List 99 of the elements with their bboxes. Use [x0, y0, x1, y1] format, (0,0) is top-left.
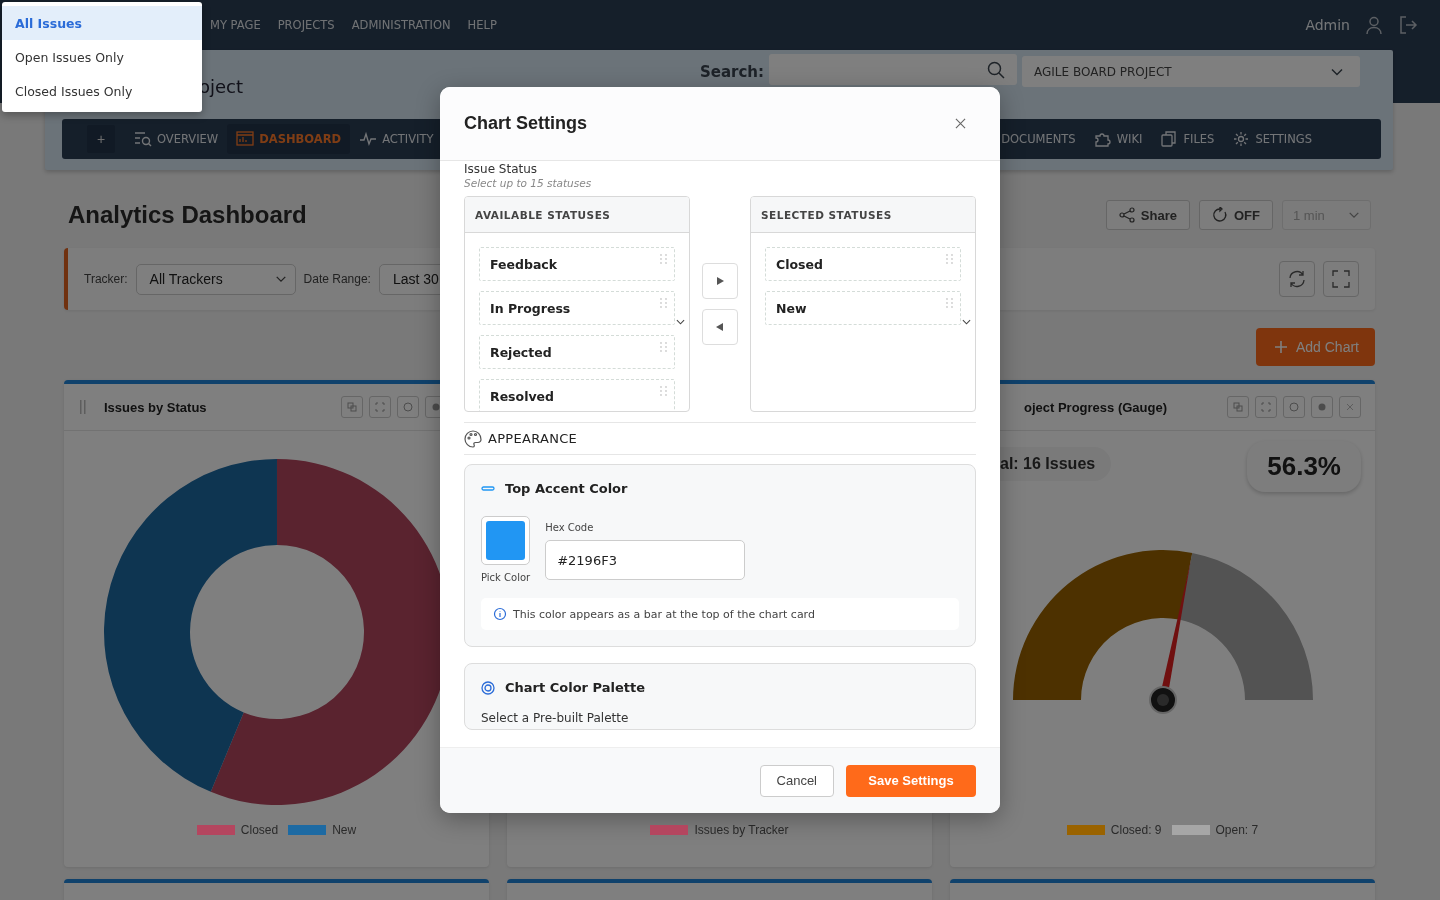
refresh-icon	[1212, 207, 1228, 223]
auto-refresh-button[interactable]: OFF	[1199, 200, 1273, 230]
project-tab[interactable]: FILES	[1151, 124, 1224, 154]
close-button[interactable]	[1339, 396, 1361, 418]
nav-link[interactable]: MY PAGE	[210, 18, 261, 32]
tracker-select[interactable]: All Trackers	[135, 263, 296, 295]
gauge-hub	[1148, 686, 1177, 714]
card-title: Top Accent Color	[505, 481, 628, 496]
tracker-label: Tracker:	[84, 272, 128, 286]
share-button[interactable]: Share	[1105, 200, 1190, 230]
project-tab[interactable]: DASHBOARD	[227, 124, 351, 154]
menu-item[interactable]: Closed Issues Only	[2, 74, 202, 108]
info-button[interactable]	[1283, 396, 1305, 418]
list-heading: AVAILABLE STATUSES	[465, 197, 689, 233]
status-item[interactable]: Feedback	[479, 247, 675, 281]
activity-icon	[359, 131, 378, 147]
cancel-button[interactable]: Cancel	[759, 764, 834, 797]
puzzle-icon	[1093, 131, 1112, 147]
project-tab[interactable]: ACTIVITY	[350, 124, 443, 154]
move-left-button[interactable]	[702, 309, 738, 345]
legend-label: Issues by Tracker	[694, 823, 789, 837]
fullscreen-button[interactable]	[1323, 261, 1359, 297]
expand-icon	[1261, 402, 1271, 412]
expand-icon	[375, 402, 385, 412]
target-icon	[481, 680, 495, 695]
refresh-button[interactable]	[1279, 261, 1315, 297]
chevron-down-icon	[676, 319, 685, 325]
refresh-icon	[1287, 269, 1307, 289]
legend-label: Open: 7	[1215, 823, 1259, 837]
project-select[interactable]: AGILE BOARD PROJECT	[1022, 56, 1360, 87]
user-icon[interactable]	[1364, 15, 1384, 35]
circle-icon	[1289, 402, 1299, 412]
nav-link[interactable]: PROJECTS	[277, 18, 335, 32]
drag-grip-icon[interactable]	[660, 254, 668, 264]
add-chart-button[interactable]: Add Chart	[1255, 328, 1375, 366]
nav-link[interactable]: ADMINISTRATION	[351, 18, 451, 32]
share-icon	[1118, 207, 1135, 223]
status-item[interactable]: Closed	[765, 247, 961, 281]
palette-icon	[464, 429, 482, 448]
field-label: Pick Color	[481, 572, 531, 583]
info-note: This color appears as a bar at the top of the chart card	[513, 607, 815, 621]
save-settings-button[interactable]: Save Settings	[846, 764, 976, 797]
menu-item[interactable]: Open Issues Only	[2, 40, 202, 74]
drag-handle-icon[interactable]	[80, 400, 86, 414]
drag-grip-icon[interactable]	[660, 298, 668, 308]
info-button[interactable]	[397, 396, 419, 418]
move-right-button[interactable]	[702, 263, 738, 299]
drag-grip-icon[interactable]	[660, 386, 668, 396]
search-label: Search:	[699, 63, 764, 81]
logout-icon[interactable]	[1398, 15, 1418, 35]
triangle-left-icon	[715, 322, 725, 332]
search-field[interactable]	[769, 54, 1017, 85]
legend-label: Closed	[240, 823, 279, 837]
legend-label: Closed: 9	[1110, 823, 1162, 837]
user-name[interactable]: Admin	[1305, 17, 1350, 33]
legend-label: New	[332, 823, 357, 837]
drag-grip-icon[interactable]	[660, 342, 668, 352]
date-range-label: Date Range:	[303, 272, 371, 286]
expand-button[interactable]	[1255, 396, 1277, 418]
list-search-icon	[134, 131, 152, 147]
close-icon[interactable]	[955, 118, 966, 129]
expand-button[interactable]	[369, 396, 391, 418]
add-button[interactable]: +	[87, 125, 115, 153]
plus-icon	[1273, 340, 1288, 354]
chart-title: oject Progress (Gauge)	[1023, 399, 1168, 415]
field-label: Select a Pre-built Palette	[481, 711, 630, 725]
triangle-right-icon	[715, 276, 725, 286]
project-tab[interactable]: WIKI	[1084, 124, 1152, 154]
field-label: Issue Status	[464, 162, 539, 176]
files-icon	[1160, 131, 1179, 147]
hex-code-field[interactable]: #2196F3	[545, 540, 746, 580]
field-hint: Select up to 15 statuses	[464, 177, 593, 189]
chart-title: Issues by Status	[104, 399, 207, 415]
project-tab[interactable]: SETTINGS	[1223, 124, 1321, 154]
copy-icon	[347, 402, 357, 412]
fullscreen-icon	[1331, 269, 1351, 289]
close-icon	[1345, 402, 1355, 412]
field-label: Hex Code	[545, 522, 595, 533]
menu-item[interactable]: All Issues	[2, 6, 202, 40]
chevron-down-icon	[962, 319, 971, 325]
section-heading: APPEARANCE	[488, 431, 578, 446]
circle-icon	[403, 402, 413, 412]
status-item[interactable]: Rejected	[479, 335, 675, 369]
nav-link[interactable]: HELP	[467, 18, 497, 32]
info-icon	[493, 607, 507, 621]
percent-badge: 56.3%	[1247, 441, 1361, 492]
dialog-title: Chart Settings	[464, 113, 587, 134]
drag-grip-icon[interactable]	[946, 254, 954, 264]
dashboard-title: Analytics Dashboard	[68, 201, 307, 229]
drag-grip-icon[interactable]	[946, 298, 954, 308]
status-item[interactable]: Resolved	[479, 379, 675, 411]
dashboard-icon	[236, 131, 255, 147]
project-tab[interactable]: OVERVIEW	[125, 124, 228, 154]
card-title: Chart Color Palette	[505, 680, 645, 695]
copy-icon	[1233, 402, 1243, 412]
copy-button[interactable]	[341, 396, 363, 418]
search-icon[interactable]	[987, 60, 1005, 79]
copy-button[interactable]	[1227, 396, 1249, 418]
list-heading: SELECTED STATUSES	[751, 197, 975, 233]
